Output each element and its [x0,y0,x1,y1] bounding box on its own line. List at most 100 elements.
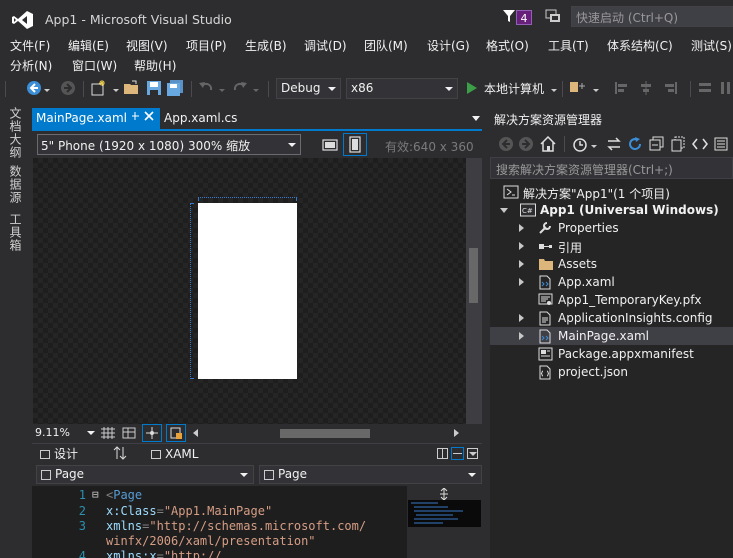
member-scope-select[interactable]: Page [259,465,482,484]
scroll-right-icon[interactable] [454,429,459,437]
tree-item[interactable]: ApplicationInsights.config [490,309,733,327]
align-center-icon[interactable] [638,80,654,96]
new-dropdown-icon[interactable] [113,89,119,92]
open-file-icon[interactable] [123,80,141,96]
tree-item[interactable]: C# App1 (Universal Windows) [490,201,733,219]
menu-item[interactable]: 工具(T) [548,37,589,54]
start-debugging-icon[interactable] [467,82,477,94]
feedback-icon[interactable] [545,9,561,24]
expand-arrow-icon[interactable] [519,278,524,286]
undo-icon[interactable] [198,80,214,96]
code-line[interactable]: winfx/2006/xaml/presentation" [32,534,407,550]
menu-item[interactable]: 团队(M) [364,37,408,54]
code-line[interactable]: 4 xmlns:x="http:// [32,549,407,558]
menu-item[interactable]: 调试(D) [304,37,347,54]
collapse-pane-icon[interactable] [467,448,478,459]
tab-app-xaml-cs[interactable]: App.xaml.cs [164,111,237,125]
tab-design[interactable]: 设计 [40,445,78,462]
splitter-handle-icon[interactable] [438,488,450,500]
scroll-left-icon[interactable] [193,429,198,437]
tree-item[interactable]: App1_TemporaryKey.pfx [490,291,733,309]
properties-icon[interactable] [714,136,728,152]
tab-mainpage-xaml[interactable]: MainPage.xaml [32,108,160,129]
redo-icon[interactable] [232,80,248,96]
snap-to-snaplines-button[interactable] [166,424,186,442]
pending-changes-filter-icon[interactable] [572,136,588,152]
run-target-button[interactable]: 本地计算机 [484,80,544,97]
menu-item[interactable]: 编辑(E) [68,37,109,54]
code-line[interactable]: 3 xmlns="http://schemas.microsoft.com/ [32,519,407,535]
refresh-icon[interactable] [627,136,643,152]
tree-item[interactable]: MainPage.xaml [490,327,733,345]
tree-item[interactable]: Assets [490,255,733,273]
menu-item[interactable]: 分析(N) [10,57,52,74]
undo-dropdown-icon[interactable] [219,89,225,92]
notifications-flag-icon[interactable] [502,9,516,23]
expand-arrow-icon[interactable] [519,242,524,250]
code-line[interactable]: 1 ⊟ <Page [32,488,407,504]
tab-overflow-dropdown-icon[interactable] [472,116,480,121]
menu-item[interactable]: 视图(V) [126,37,168,54]
swap-panes-icon[interactable] [113,446,127,460]
menu-item[interactable]: 帮助(H) [134,57,176,74]
menu-item[interactable]: 设计(G) [427,37,470,54]
close-tab-icon[interactable] [144,111,154,121]
expand-arrow-icon[interactable] [519,314,524,322]
filter-dropdown-icon[interactable] [591,145,597,148]
sync-with-active-document-icon[interactable] [606,136,622,152]
device-preview-select[interactable]: 5" Phone (1920 x 1080) 300% 缩放 [37,134,301,155]
make-same-width-icon[interactable] [697,80,713,96]
vertical-scroll-thumb[interactable] [469,248,478,303]
show-grid-icon[interactable] [101,427,115,439]
browser-link-dropdown-icon[interactable] [593,89,599,92]
landscape-orientation-button[interactable] [318,134,342,155]
redo-dropdown-icon[interactable] [253,89,259,92]
menu-item[interactable]: 生成(B) [245,37,287,54]
tree-item[interactable]: App.xaml [490,273,733,291]
document-outline-tab[interactable]: 文档大纲 [7,107,24,159]
tree-item[interactable]: Package.appxmanifest [490,345,733,363]
data-sources-tab[interactable]: 数据源 [7,165,24,204]
save-icon[interactable] [146,80,162,96]
effects-toggle-button[interactable] [142,424,162,442]
element-scope-select[interactable]: Page [36,465,254,484]
page-artboard[interactable] [198,203,297,379]
xaml-code-editor[interactable]: 1 ⊟ <Page 2 x:Class="App1.MainPage" 3 xmlns=… [32,486,407,558]
tab-xaml[interactable]: XAML [151,447,198,461]
run-target-dropdown-icon[interactable] [551,89,557,92]
toolbox-tab[interactable]: 工具箱 [7,213,24,252]
browser-link-icon[interactable] [569,80,587,96]
view-code-icon[interactable] [692,136,708,152]
expand-arrow-icon[interactable] [519,260,524,268]
menu-item[interactable]: 体系结构(C) [607,37,673,54]
navigate-back-icon[interactable] [26,80,42,96]
quick-launch-input[interactable]: 快速启动 (Ctrl+Q) [571,6,733,27]
back-dropdown-icon[interactable] [44,89,50,92]
forward-icon[interactable] [518,136,534,152]
tree-item[interactable]: project.json [490,363,733,381]
horizontal-scroll-thumb[interactable] [280,429,370,438]
back-icon[interactable] [498,136,514,152]
fold-toggle-icon[interactable]: ⊟ [92,488,99,501]
menu-item[interactable]: 测试(S) [691,37,732,54]
pin-tab-icon[interactable] [131,111,140,121]
solution-platform-select[interactable]: x86 [346,78,458,99]
navigate-forward-icon[interactable] [60,80,76,96]
align-left-icon[interactable] [614,80,630,96]
show-all-files-icon[interactable] [670,136,686,152]
zoom-select[interactable]: 9.11% [35,426,95,441]
horizontal-split-icon[interactable] [451,447,464,460]
save-all-icon[interactable] [166,80,184,97]
solution-configuration-select[interactable]: Debug [276,78,341,99]
make-same-height-icon[interactable] [719,80,733,96]
code-line[interactable]: 2 x:Class="App1.MainPage" [32,504,407,520]
menu-item[interactable]: 格式(O) [486,37,529,54]
portrait-orientation-button[interactable] [343,133,367,156]
align-right-icon[interactable] [662,80,678,96]
tree-item[interactable]: 引用 [490,237,733,255]
snap-to-grid-icon[interactable] [122,427,136,439]
solution-explorer-search-input[interactable]: 搜索解决方案资源管理器(Ctrl+;) [490,157,733,179]
collapse-arrow-icon[interactable] [500,208,508,213]
notification-count-badge[interactable]: 4 [516,10,532,25]
menu-item[interactable]: 项目(P) [186,37,227,54]
